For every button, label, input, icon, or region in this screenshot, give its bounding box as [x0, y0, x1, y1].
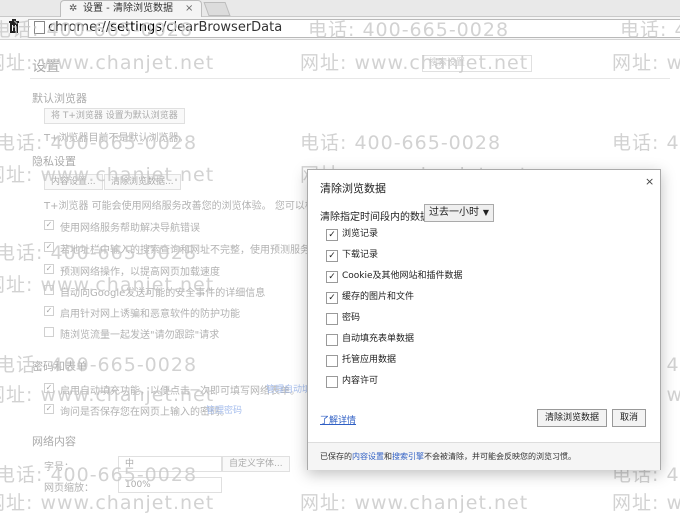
privacy-heading: 隐私设置 [32, 155, 76, 168]
option-label: 下载记录 [342, 250, 379, 260]
close-icon[interactable]: × [645, 175, 654, 188]
tab-settings[interactable]: ✲ 设置 - 清除浏览数据 × [60, 0, 202, 17]
checkbox[interactable] [326, 376, 338, 388]
footer-suffix: 不会被清除，并可能会反映您的浏览习惯。 [424, 452, 576, 461]
checkbox[interactable]: ✓ [326, 250, 338, 262]
time-range-label: 清除指定时间段内的数据： [320, 212, 440, 223]
password-item: 询问是否保存您在网页上输入的密码。 [60, 407, 230, 418]
privacy-item: 预测网络操作，以提高网页加载速度 [60, 267, 220, 278]
web-content-heading: 网络内容 [32, 435, 76, 448]
tab-title: 设置 - 清除浏览数据 [83, 3, 173, 14]
footer-prefix: 已保存的 [320, 452, 352, 461]
dialog-title: 清除浏览数据 [320, 182, 386, 195]
autofill-item: 启用自动填充功能，以便点击一次即可填写网络表单。 [60, 386, 300, 397]
option-label: 自动填充表单数据 [342, 334, 415, 344]
content-settings-link[interactable]: 内容设置 [352, 452, 384, 461]
checkbox[interactable] [326, 313, 338, 325]
zoom-label: 网页缩放： [44, 483, 94, 494]
zoom-select[interactable]: 100% [118, 477, 222, 493]
font-size-label: 字号： [44, 462, 74, 473]
custom-fonts-button[interactable]: 自定义字体... [222, 456, 290, 472]
content-settings-button[interactable]: 内容设置... [44, 174, 103, 190]
clear-browsing-data-confirm-button[interactable]: 清除浏览数据 [537, 409, 607, 427]
checkbox[interactable]: ✓ [326, 229, 338, 241]
option-label: 内容许可 [342, 376, 379, 386]
trash-icon[interactable] [8, 19, 22, 35]
privacy-item: 启用针对网上诱骗和恶意软件的防护功能 [60, 309, 240, 320]
default-browser-note: T+浏览器目前不是默认浏览器。 [44, 133, 189, 144]
option-label: 密码 [342, 313, 361, 323]
url-text[interactable]: chrome://settings/clearBrowserData [48, 19, 282, 37]
search-engines-link[interactable]: 搜索引擎 [392, 452, 424, 461]
dialog-footer: 已保存的内容设置和搜索引擎不会被清除，并可能会反映您的浏览习惯。 [308, 442, 660, 470]
checkbox[interactable] [44, 327, 54, 337]
url-path: /clearBrowserData [162, 20, 283, 35]
settings-search-input[interactable]: 搜索设置 [422, 55, 532, 72]
checkbox[interactable] [44, 285, 54, 295]
default-browser-heading: 默认浏览器 [32, 92, 87, 105]
settings-title: 设置 [32, 59, 60, 75]
set-default-browser-button[interactable]: 将 T+浏览器 设置为默认浏览器 [44, 108, 185, 124]
checkbox[interactable]: ✓ [326, 271, 338, 283]
url-scheme: chrome:// [48, 20, 111, 35]
dropdown-arrow-icon: ▼ [482, 208, 489, 217]
checkbox[interactable]: ✓ [44, 404, 54, 414]
passwords-heading: 密码和表单 [32, 360, 87, 373]
checkbox[interactable] [326, 355, 338, 367]
checkbox[interactable] [326, 334, 338, 346]
time-range-select[interactable]: 过去一小时 ▼ [424, 204, 494, 222]
clear-browsing-data-button[interactable]: 清除浏览数据... [104, 174, 181, 190]
learn-more-link[interactable]: 了解详情 [320, 413, 356, 426]
font-size-select[interactable]: 中 [118, 456, 222, 472]
checkbox[interactable]: ✓ [44, 220, 54, 230]
option-label: Cookie及其他网站和插件数据 [342, 271, 463, 281]
cancel-button[interactable]: 取消 [612, 409, 646, 427]
checkbox[interactable]: ✓ [44, 306, 54, 316]
option-label: 缓存的图片和文件 [342, 292, 415, 302]
checkbox[interactable]: ✓ [44, 383, 54, 393]
tab-close-icon[interactable]: × [185, 1, 193, 16]
privacy-item: 随浏览流量一起发送"请勿跟踪"请求 [60, 330, 220, 341]
checkbox[interactable]: ✓ [326, 292, 338, 304]
gear-icon: ✲ [69, 3, 78, 14]
option-label: 浏览记录 [342, 229, 379, 239]
url-host: settings [110, 20, 163, 35]
checkbox[interactable]: ✓ [44, 264, 54, 274]
footer-note: 已保存的内容设置和搜索引擎不会被清除，并可能会反映您的浏览习惯。 [320, 451, 576, 462]
time-range-value: 过去一小时 [429, 207, 479, 218]
checkbox[interactable]: ✓ [44, 242, 54, 252]
new-tab-button[interactable] [203, 2, 231, 16]
privacy-item: 使用网络服务帮助解决导航错误 [60, 223, 200, 234]
manage-passwords-link[interactable]: 管理密码 [206, 403, 242, 416]
footer-and: 和 [384, 452, 392, 461]
page-icon [34, 21, 45, 34]
option-label: 托管应用数据 [342, 355, 397, 365]
clear-browsing-data-dialog: 清除浏览数据 × 清除指定时间段内的数据： 过去一小时 ▼ ✓ 浏览记录 ✓ 下… [307, 169, 661, 470]
divider [30, 78, 670, 79]
privacy-item: 自动向Google发送可能的安全事件的详细信息 [60, 288, 266, 299]
